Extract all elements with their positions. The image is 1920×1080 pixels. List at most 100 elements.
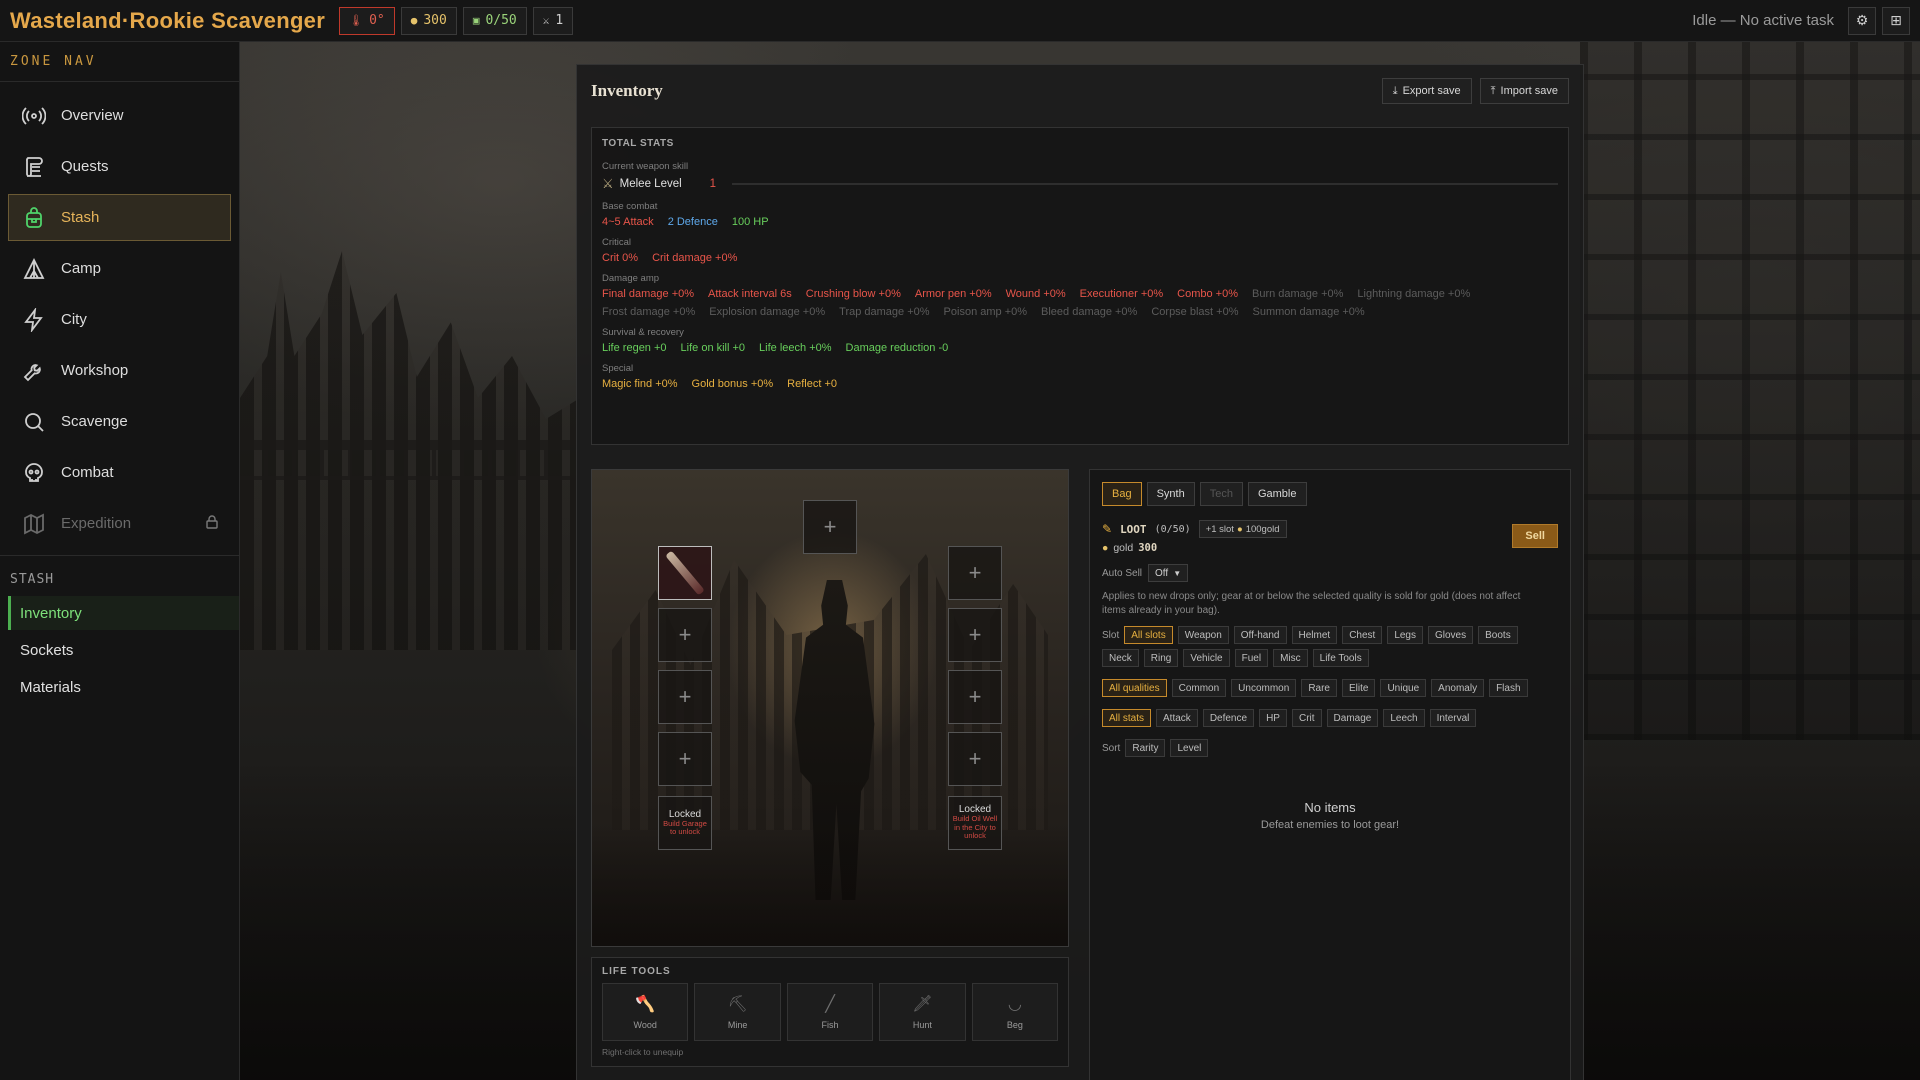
amp-stat: Final damage +0% bbox=[602, 288, 695, 300]
locked-reason: Build Garage to unlock bbox=[663, 818, 707, 836]
quality-filter-option[interactable]: Anomaly bbox=[1431, 679, 1485, 697]
sidebar: ZONE NAV Overview Quests Stash Camp City… bbox=[0, 42, 240, 1080]
broken-bridge bbox=[240, 440, 570, 480]
nav-item-overview[interactable]: Overview bbox=[8, 92, 231, 139]
amp-stat-inactive: Poison amp +0% bbox=[943, 306, 1028, 318]
survival-stat: Life leech +0% bbox=[759, 342, 832, 354]
stat-filter-option[interactable]: HP bbox=[1259, 709, 1287, 727]
crossed-swords-icon: ⚔ bbox=[602, 176, 614, 191]
split-view-icon: ⊞ bbox=[1890, 12, 1902, 28]
quality-filter-option[interactable]: Elite bbox=[1342, 679, 1376, 697]
stat-filter-option[interactable]: Attack bbox=[1156, 709, 1198, 727]
tool-slot-fish[interactable]: ╱ Fish bbox=[786, 983, 874, 1041]
equip-slot-left-2[interactable]: + bbox=[658, 608, 712, 662]
slot-filter-option[interactable]: Helmet bbox=[1291, 626, 1338, 644]
equip-slot-left-3[interactable]: + bbox=[658, 670, 712, 724]
survival-stat: Life regen +0 bbox=[602, 342, 667, 354]
sell-button[interactable]: Sell bbox=[1512, 524, 1558, 548]
tab-synth[interactable]: Synth bbox=[1146, 482, 1195, 506]
tool-label: Beg bbox=[1006, 1020, 1023, 1030]
slot-filter-option[interactable]: Chest bbox=[1342, 626, 1383, 644]
hp-stat: 100 HP bbox=[731, 216, 769, 228]
quality-filter-option[interactable]: Uncommon bbox=[1231, 679, 1297, 697]
stat-filter-option[interactable]: Interval bbox=[1429, 709, 1477, 727]
nav-item-stash[interactable]: Stash bbox=[8, 194, 231, 241]
nav-label: City bbox=[61, 311, 87, 328]
nav-item-combat[interactable]: Combat bbox=[8, 449, 231, 496]
stat-filter-option[interactable]: Leech bbox=[1383, 709, 1425, 727]
auto-sell-select[interactable]: Off ▼ bbox=[1148, 564, 1189, 582]
slot-filter-option[interactable]: Neck bbox=[1102, 649, 1139, 667]
sidebar-divider bbox=[0, 555, 239, 556]
quality-filter-option[interactable]: All qualities bbox=[1102, 679, 1167, 697]
equip-slot-right-4[interactable]: + bbox=[948, 732, 1002, 786]
tab-bag[interactable]: Bag bbox=[1102, 482, 1142, 506]
skull-icon bbox=[21, 460, 47, 486]
nav-item-quests[interactable]: Quests bbox=[8, 143, 231, 190]
equip-slot-right-2[interactable]: + bbox=[948, 608, 1002, 662]
loot-panel: Bag Synth Tech Gamble ✎ LOOT (0/50) +1 s… bbox=[1089, 469, 1571, 1080]
fishing-rod-icon: ╱ bbox=[825, 996, 835, 1013]
slot-filter-option[interactable]: All slots bbox=[1124, 626, 1173, 644]
slot-filter-option[interactable]: Legs bbox=[1387, 626, 1423, 644]
tool-slot-mine[interactable]: ⛏ Mine bbox=[694, 983, 781, 1041]
blade-icon bbox=[665, 550, 705, 596]
slot-filter-option[interactable]: Off-hand bbox=[1233, 626, 1287, 644]
slot-filter-option[interactable]: Misc bbox=[1273, 649, 1308, 667]
slot-filter-option[interactable]: Fuel bbox=[1234, 649, 1269, 667]
stat-filter-option[interactable]: Defence bbox=[1202, 709, 1255, 727]
equip-slot-helmet[interactable]: + bbox=[803, 500, 857, 554]
coin-icon: ● bbox=[410, 14, 418, 27]
settings-button[interactable]: ⚙ bbox=[1848, 6, 1876, 35]
temperature-chip: 🌡 0° bbox=[339, 6, 395, 35]
base-combat-label: Base combat bbox=[602, 201, 658, 212]
nav-item-camp[interactable]: Camp bbox=[8, 245, 231, 292]
nav-item-expedition[interactable]: Expedition bbox=[8, 500, 231, 547]
tab-tech[interactable]: Tech bbox=[1199, 482, 1243, 506]
tool-slot-beg[interactable]: ◡ Beg bbox=[971, 983, 1059, 1041]
sidebar-item-materials[interactable]: Materials bbox=[8, 670, 239, 704]
stat-filter-option[interactable]: Damage bbox=[1326, 709, 1379, 727]
skill-name: Melee Level bbox=[619, 178, 682, 190]
app-title: Wasteland·Rookie Scavenger bbox=[10, 7, 326, 33]
slot-filter-option[interactable]: Boots bbox=[1478, 626, 1518, 644]
sidebar-item-inventory[interactable]: Inventory bbox=[8, 596, 239, 630]
buy-slot-button[interactable]: +1 slot ● 100gold bbox=[1198, 520, 1287, 538]
quality-filter-option[interactable]: Flash bbox=[1489, 679, 1528, 697]
tool-slot-wood[interactable]: 🪓 Wood bbox=[602, 983, 689, 1041]
quality-filter-option[interactable]: Unique bbox=[1380, 679, 1427, 697]
quality-filter-option[interactable]: Rare bbox=[1301, 679, 1337, 697]
weapon-skill-label: Current weapon skill bbox=[602, 161, 689, 172]
equip-slot-right-1[interactable]: + bbox=[948, 546, 1002, 600]
empty-state: No items Defeat enemies to loot gear! bbox=[1090, 800, 1570, 831]
sidebar-item-sockets[interactable]: Sockets bbox=[8, 633, 239, 667]
sort-label: Sort bbox=[1102, 742, 1121, 754]
slot-filter-option[interactable]: Weapon bbox=[1177, 626, 1229, 644]
layout-button[interactable]: ⊞ bbox=[1882, 6, 1910, 35]
equip-slot-weapon[interactable] bbox=[658, 546, 712, 600]
sort-option[interactable]: Rarity bbox=[1125, 739, 1166, 757]
stat-filter-option[interactable]: All stats bbox=[1102, 709, 1152, 727]
equip-slot-right-3[interactable]: + bbox=[948, 670, 1002, 724]
slot-filter-option[interactable]: Ring bbox=[1143, 649, 1179, 667]
ruined-building bbox=[1580, 40, 1920, 740]
quality-filter-option[interactable]: Common bbox=[1171, 679, 1227, 697]
import-save-button[interactable]: ⤒ Import save bbox=[1479, 78, 1569, 104]
slot-filter-option[interactable]: Life Tools bbox=[1312, 649, 1369, 667]
nav-label: Quests bbox=[61, 158, 109, 175]
nav-item-city[interactable]: City bbox=[8, 296, 231, 343]
stat-filter-option[interactable]: Crit bbox=[1291, 709, 1322, 727]
export-save-button[interactable]: ⤓ Export save bbox=[1381, 78, 1472, 104]
nav-item-workshop[interactable]: Workshop bbox=[8, 347, 231, 394]
tool-slot-hunt[interactable]: 🗡 Hunt bbox=[879, 983, 966, 1041]
plus-icon: + bbox=[968, 684, 982, 709]
amp-stat-inactive: Lightning damage +0% bbox=[1357, 288, 1471, 300]
tab-gamble[interactable]: Gamble bbox=[1247, 482, 1307, 506]
page-title: Inventory bbox=[591, 81, 663, 100]
nav-item-scavenge[interactable]: Scavenge bbox=[8, 398, 231, 445]
equip-slot-left-4[interactable]: + bbox=[658, 732, 712, 786]
slot-filter-option[interactable]: Gloves bbox=[1428, 626, 1474, 644]
slot-filter-option[interactable]: Vehicle bbox=[1183, 649, 1230, 667]
buy-slot-cost: 100gold bbox=[1245, 523, 1280, 535]
sort-option[interactable]: Level bbox=[1170, 739, 1209, 757]
